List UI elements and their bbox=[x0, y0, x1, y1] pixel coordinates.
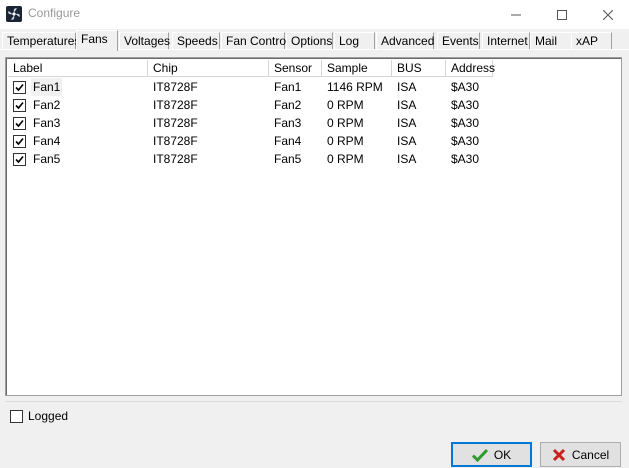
column-header-address[interactable]: Address bbox=[446, 60, 495, 77]
row-chip: IT8728F bbox=[153, 116, 198, 130]
checkmark-icon bbox=[15, 155, 24, 163]
row-bus: ISA bbox=[397, 80, 417, 94]
tab-xap[interactable]: xAP bbox=[571, 32, 612, 50]
table-row[interactable]: Fan2 IT8728F Fan2 0 RPM ISA $A30 bbox=[8, 96, 493, 114]
row-address: $A30 bbox=[451, 116, 480, 130]
x-icon bbox=[552, 448, 565, 461]
row-bus: ISA bbox=[397, 134, 417, 148]
column-header-chip[interactable]: Chip bbox=[148, 60, 269, 77]
row-address: $A30 bbox=[451, 80, 480, 94]
tab-mail[interactable]: Mail bbox=[530, 32, 572, 50]
row-chip: IT8728F bbox=[153, 98, 198, 112]
checkmark-icon bbox=[471, 448, 488, 462]
cancel-button[interactable]: Cancel bbox=[540, 442, 621, 467]
checkmark-icon bbox=[15, 119, 24, 127]
checkmark-icon bbox=[15, 83, 24, 91]
minimize-button[interactable] bbox=[493, 0, 539, 29]
row-address: $A30 bbox=[451, 152, 480, 166]
row-sensor: Fan1 bbox=[274, 80, 302, 94]
column-header-label[interactable]: Label bbox=[8, 60, 148, 77]
maximize-icon bbox=[557, 9, 567, 20]
row-address: $A30 bbox=[451, 98, 480, 112]
column-header-sample[interactable]: Sample bbox=[322, 60, 392, 77]
tab-strip: Temperatures Fans Voltages Speeds Fan Co… bbox=[0, 30, 629, 51]
row-sample: 0 RPM bbox=[327, 152, 364, 166]
row-chip: IT8728F bbox=[153, 152, 198, 166]
table-row[interactable]: Fan4 IT8728F Fan4 0 RPM ISA $A30 bbox=[8, 132, 493, 150]
logged-option: Logged bbox=[5, 401, 622, 429]
close-icon bbox=[603, 9, 613, 20]
title-bar: Configure bbox=[0, 0, 629, 29]
row-sample: 0 RPM bbox=[327, 98, 364, 112]
column-header-sensor[interactable]: Sensor bbox=[269, 60, 322, 77]
row-chip: IT8728F bbox=[153, 80, 198, 94]
tab-voltages[interactable]: Voltages bbox=[119, 32, 170, 50]
row-label: Fan2 bbox=[33, 98, 61, 112]
minimize-icon bbox=[511, 14, 521, 15]
cancel-label: Cancel bbox=[571, 447, 610, 462]
row-checkbox[interactable] bbox=[13, 152, 26, 166]
fan-app-icon bbox=[6, 6, 22, 22]
tab-fan-control[interactable]: Fan Control bbox=[221, 32, 289, 50]
row-label: Fan3 bbox=[33, 116, 61, 130]
ok-button[interactable]: OK bbox=[451, 442, 532, 467]
row-bus: ISA bbox=[397, 98, 417, 112]
maximize-button[interactable] bbox=[539, 0, 585, 29]
row-sample: 0 RPM bbox=[327, 134, 364, 148]
tab-internet[interactable]: Internet bbox=[482, 32, 530, 50]
row-checkbox[interactable] bbox=[13, 98, 26, 112]
logged-checkbox[interactable] bbox=[10, 410, 23, 423]
row-label: Fan1 bbox=[31, 78, 63, 96]
tab-speeds[interactable]: Speeds bbox=[172, 32, 220, 50]
tab-options[interactable]: Options bbox=[286, 32, 333, 50]
row-chip: IT8728F bbox=[153, 134, 198, 148]
checkmark-icon bbox=[15, 137, 24, 145]
window-title: Configure bbox=[28, 6, 81, 20]
row-bus: ISA bbox=[397, 116, 417, 130]
tab-log[interactable]: Log bbox=[334, 32, 375, 50]
tab-fans[interactable]: Fans bbox=[76, 30, 118, 51]
fans-listview[interactable]: Label Chip Sensor Sample BUS Address Fan… bbox=[5, 57, 622, 396]
close-button[interactable] bbox=[585, 0, 629, 29]
column-header-bus[interactable]: BUS bbox=[392, 60, 446, 77]
row-sample: 1146 RPM bbox=[327, 80, 383, 94]
logged-label[interactable]: Logged bbox=[28, 409, 68, 423]
row-sample: 0 RPM bbox=[327, 116, 364, 130]
row-address: $A30 bbox=[451, 134, 480, 148]
row-label: Fan5 bbox=[33, 152, 61, 166]
tab-events[interactable]: Events bbox=[437, 32, 480, 50]
row-sensor: Fan4 bbox=[274, 134, 302, 148]
row-label: Fan4 bbox=[33, 134, 61, 148]
row-checkbox[interactable] bbox=[13, 134, 26, 148]
checkmark-icon bbox=[15, 101, 24, 109]
ok-label: OK bbox=[493, 447, 512, 462]
row-checkbox[interactable] bbox=[13, 116, 26, 130]
tab-temperatures[interactable]: Temperatures bbox=[2, 32, 80, 50]
tab-advanced[interactable]: Advanced bbox=[376, 32, 434, 50]
table-row[interactable]: Fan3 IT8728F Fan3 0 RPM ISA $A30 bbox=[8, 114, 493, 132]
row-checkbox[interactable] bbox=[13, 80, 26, 94]
row-sensor: Fan3 bbox=[274, 116, 302, 130]
listview-header: Label Chip Sensor Sample BUS Address bbox=[8, 60, 495, 77]
row-sensor: Fan5 bbox=[274, 152, 302, 166]
table-row[interactable]: Fan5 IT8728F Fan5 0 RPM ISA $A30 bbox=[8, 150, 493, 168]
row-bus: ISA bbox=[397, 152, 417, 166]
table-row[interactable]: Fan1 IT8728F Fan1 1146 RPM ISA $A30 bbox=[8, 78, 493, 96]
row-sensor: Fan2 bbox=[274, 98, 302, 112]
